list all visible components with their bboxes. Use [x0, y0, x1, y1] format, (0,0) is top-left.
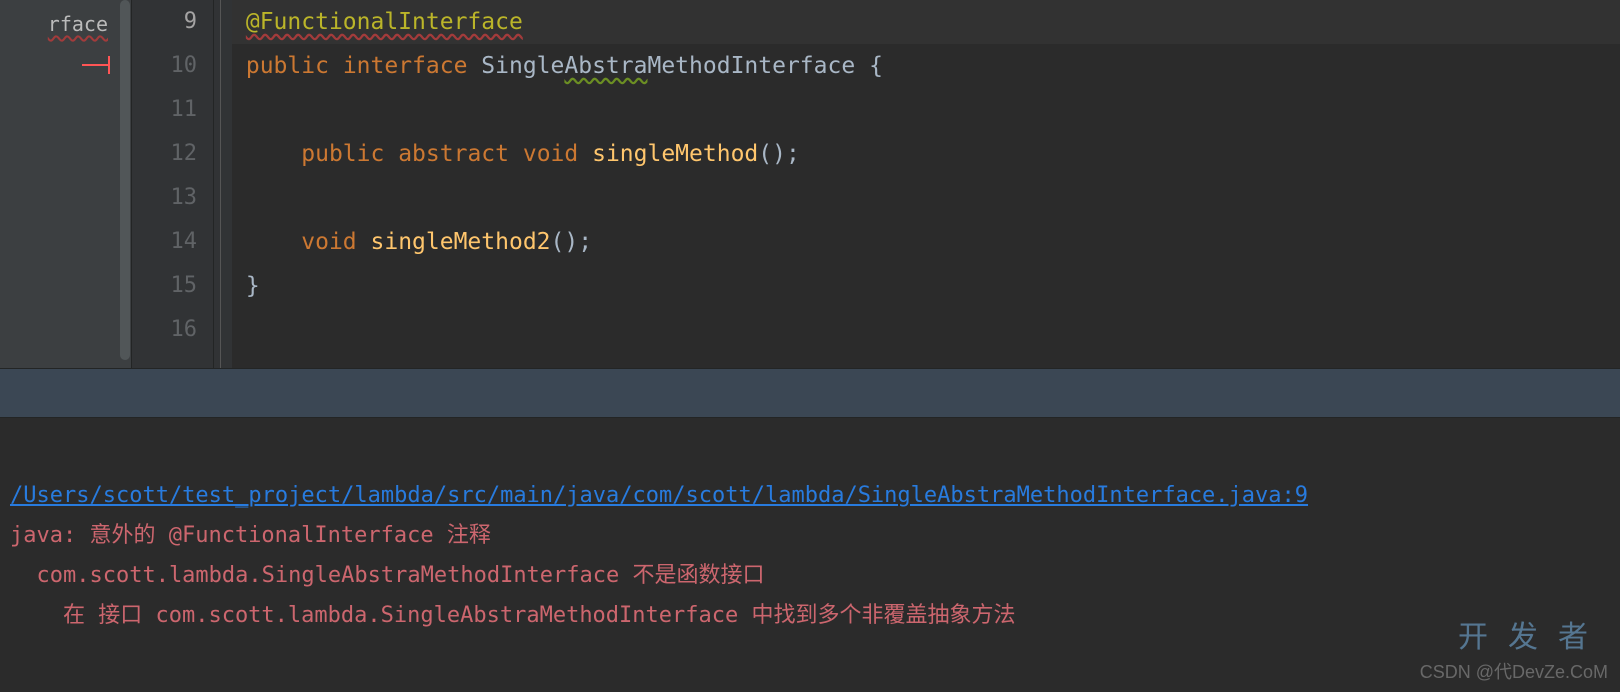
file-tab-stub[interactable]: rface: [0, 0, 118, 368]
method-token: singleMethod: [592, 141, 758, 167]
punc-token: ();: [758, 141, 800, 167]
error-marker-icon: [82, 64, 110, 66]
scrollbar-thumb[interactable]: [120, 0, 130, 360]
code-line-11[interactable]: [232, 88, 1620, 132]
code-line-13[interactable]: [232, 176, 1620, 220]
line-number[interactable]: 14: [132, 220, 197, 264]
brace-token: }: [246, 273, 260, 299]
brace-token: {: [869, 53, 883, 79]
method-token: singleMethod2: [371, 229, 551, 255]
keyword-token: void: [523, 141, 578, 167]
code-line-12[interactable]: public abstract void singleMethod();: [232, 132, 1620, 176]
code-line-15[interactable]: }: [232, 264, 1620, 308]
code-line-10[interactable]: public interface SingleAbstraMethodInter…: [232, 44, 1620, 88]
code-editor[interactable]: @FunctionalInterface public interface Si…: [232, 0, 1620, 368]
fold-column[interactable]: [214, 0, 232, 368]
class-name-warn-token: Abstra: [564, 53, 647, 79]
file-tab-label: rface: [48, 12, 108, 36]
keyword-token: interface: [343, 53, 468, 79]
code-line-14[interactable]: void singleMethod2();: [232, 220, 1620, 264]
line-number[interactable]: 13: [132, 176, 197, 220]
build-output-console[interactable]: /Users/scott/test_project/lambda/src/mai…: [0, 418, 1620, 692]
editor-pane: rface 9 10 11 12 13 14 15 16 @Functional…: [0, 0, 1620, 368]
code-line-9[interactable]: @FunctionalInterface: [232, 0, 1620, 44]
class-name-token: Single: [481, 53, 564, 79]
line-number[interactable]: 15: [132, 264, 197, 308]
keyword-token: void: [301, 229, 356, 255]
fold-guide-icon: [220, 0, 221, 368]
keyword-token: public: [301, 141, 384, 167]
code-line-16[interactable]: [232, 308, 1620, 352]
line-number[interactable]: 16: [132, 308, 197, 352]
class-name-token: MethodInterface: [647, 53, 855, 79]
line-number[interactable]: 10: [132, 44, 197, 88]
annotation-token: @FunctionalInterface: [246, 9, 523, 35]
punc-token: ();: [551, 229, 593, 255]
keyword-token: abstract: [398, 141, 509, 167]
keyword-token: public: [246, 53, 329, 79]
editor-scrollbar[interactable]: [118, 0, 132, 368]
error-message: 在 接口 com.scott.lambda.SingleAbstraMethod…: [10, 603, 1016, 628]
line-number[interactable]: 12: [132, 132, 197, 176]
line-number[interactable]: 9: [132, 0, 197, 44]
panel-separator[interactable]: [0, 368, 1620, 418]
error-message: java: 意外的 @FunctionalInterface 注释: [10, 523, 491, 548]
error-message: com.scott.lambda.SingleAbstraMethodInter…: [10, 563, 765, 588]
line-gutter: 9 10 11 12 13 14 15 16: [132, 0, 214, 368]
line-number[interactable]: 11: [132, 88, 197, 132]
error-file-link[interactable]: /Users/scott/test_project/lambda/src/mai…: [10, 483, 1308, 508]
